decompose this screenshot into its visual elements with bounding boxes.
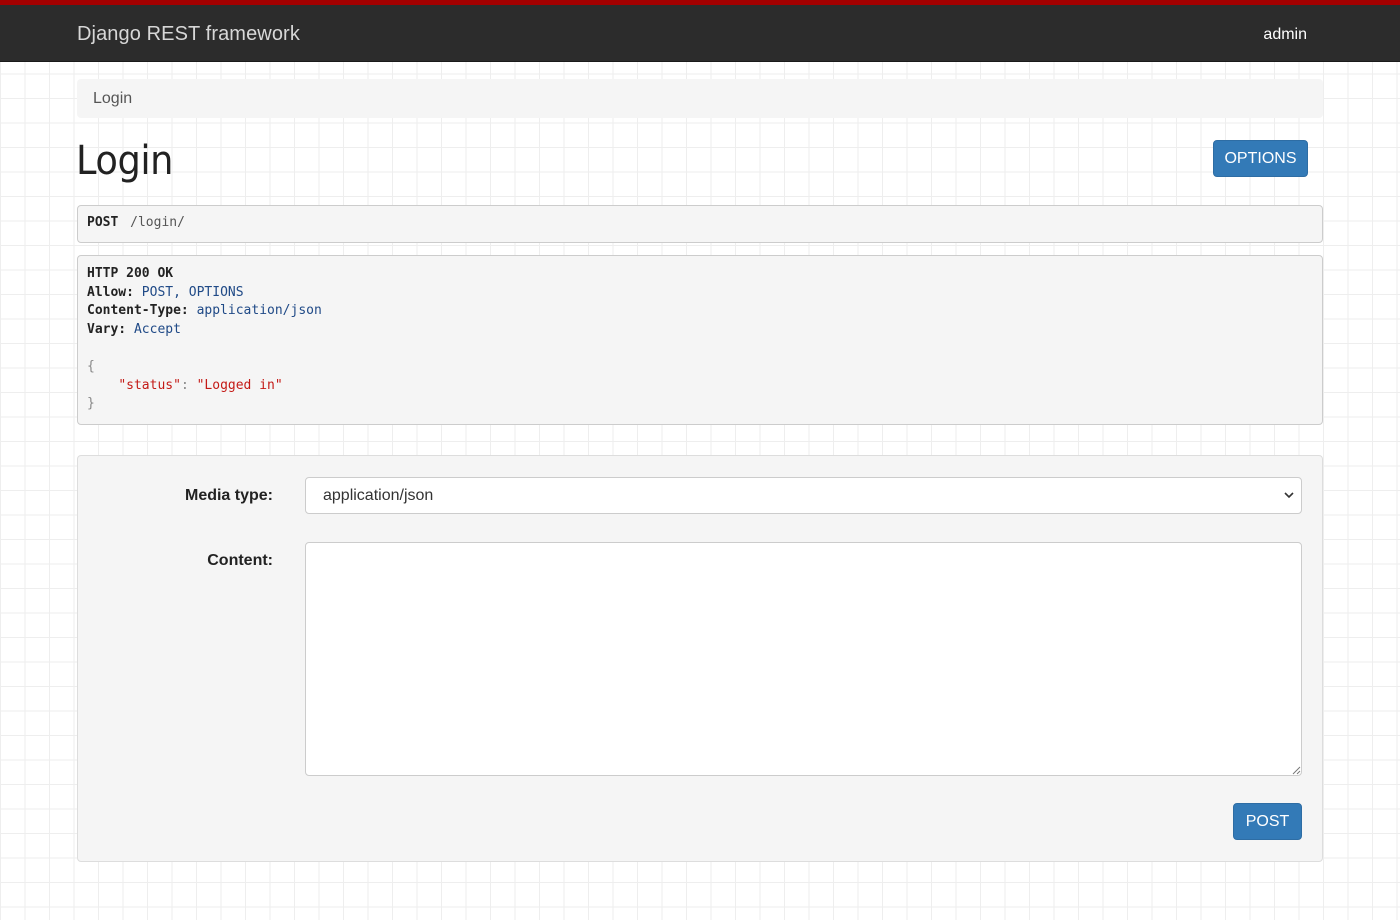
media-type-label: Media type: xyxy=(184,487,273,504)
brand-link[interactable]: Django REST framework xyxy=(77,23,300,46)
post-form-panel: Media type: application/json Content: PO… xyxy=(77,455,1323,862)
header-value-allow: POST, OPTIONS xyxy=(141,284,244,300)
breadcrumb: Login xyxy=(77,79,1323,118)
page-title: Login xyxy=(76,138,173,184)
request-info: POST /login/ xyxy=(77,205,1323,243)
header-value-vary: Accept xyxy=(133,321,181,337)
json-close-brace: } xyxy=(87,396,95,412)
resize-grip-icon[interactable] xyxy=(1291,765,1301,775)
navbar: Django REST framework admin xyxy=(0,0,1400,62)
response-status-line: HTTP 200 OK xyxy=(87,266,174,281)
header-value-content-type: application/json xyxy=(196,303,322,319)
post-submit-button[interactable]: POST xyxy=(1233,803,1302,840)
chevron-down-icon xyxy=(1284,492,1294,499)
json-key-status: "status" xyxy=(118,377,181,393)
user-menu-link[interactable]: admin xyxy=(1263,26,1307,44)
request-method: POST xyxy=(87,215,119,230)
request-path: /login/ xyxy=(130,215,185,230)
response-info: HTTP 200 OK Allow: POST, OPTIONS Content… xyxy=(77,255,1323,425)
content-textarea[interactable] xyxy=(305,542,1302,776)
header-key-content-type: Content-Type: xyxy=(87,303,189,319)
header-key-allow: Allow: xyxy=(87,284,134,300)
json-value-status: "Logged in" xyxy=(196,377,283,393)
json-open-brace: { xyxy=(87,358,95,374)
media-type-value: application/json xyxy=(323,487,434,504)
header-key-vary: Vary: xyxy=(87,321,127,337)
media-type-select[interactable]: application/json xyxy=(305,477,1302,514)
json-separator: : xyxy=(180,377,197,393)
breadcrumb-item-login: Login xyxy=(93,90,133,107)
options-button[interactable]: OPTIONS xyxy=(1213,140,1308,177)
content-label: Content: xyxy=(207,552,273,569)
